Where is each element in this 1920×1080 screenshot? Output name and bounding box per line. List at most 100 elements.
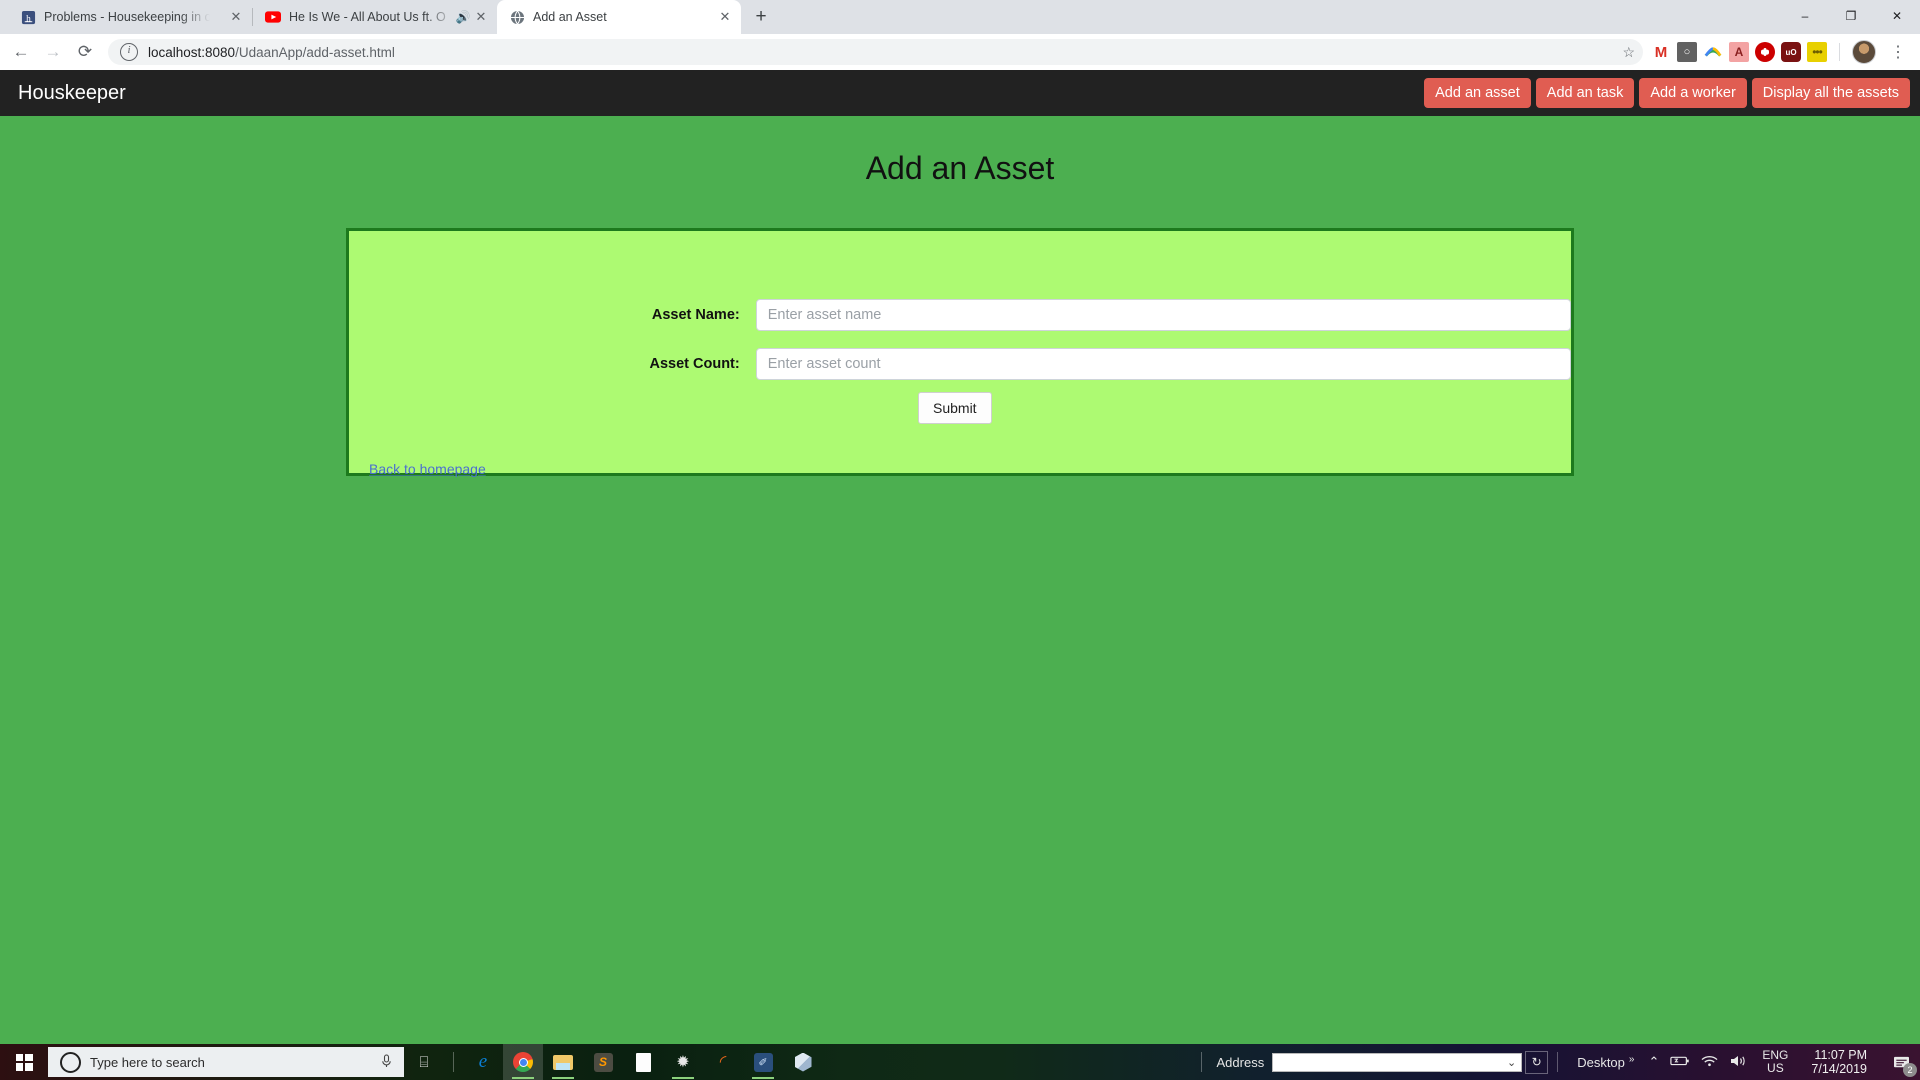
hackerearth-icon: h — [20, 9, 36, 25]
page-viewport: Houskeeper Add an asset Add an task Add … — [0, 70, 1920, 1056]
taskbar-app-icons: ⌸ e S ✹ ◜ ✐ — [404, 1044, 823, 1080]
browser-window: h Problems - Housekeeping in orde ✕ He I… — [0, 0, 1920, 1056]
taskbar-divider — [1557, 1052, 1559, 1072]
ublock-origin-extension-icon[interactable]: uO — [1781, 42, 1801, 62]
wifi-icon[interactable] — [1701, 1054, 1718, 1070]
globe-icon — [509, 9, 525, 25]
asset-name-label: Asset Name: — [651, 307, 740, 323]
url-path: /UdaanApp/add-asset.html — [235, 44, 395, 60]
language-indicator[interactable]: ENG US — [1762, 1049, 1788, 1074]
taskbar-divider — [1200, 1052, 1202, 1072]
editor-tool-icon[interactable]: ✐ — [743, 1044, 783, 1080]
nav-add-asset-button[interactable]: Add an asset — [1424, 78, 1531, 108]
nav-add-task-button[interactable]: Add an task — [1535, 78, 1635, 108]
asset-count-row: Asset Count: — [349, 348, 1571, 380]
back-button[interactable]: ← — [6, 37, 36, 67]
taskbar-search-box[interactable]: Type here to search — [48, 1047, 404, 1077]
nav-add-worker-button[interactable]: Add a worker — [1639, 78, 1747, 108]
desktop-toolbar-label[interactable]: Desktop — [1577, 1055, 1625, 1070]
windows-taskbar: Type here to search ⌸ e S ✹ ◜ ✐ Address … — [0, 1044, 1920, 1080]
address-refresh-icon[interactable]: ↻ — [1525, 1050, 1549, 1074]
site-info-icon[interactable]: i — [120, 43, 138, 61]
address-toolbar-label: Address — [1216, 1054, 1265, 1070]
adobe-acrobat-extension-icon[interactable]: A — [1729, 42, 1749, 62]
windows-logo-icon — [15, 1053, 33, 1071]
battery-icon[interactable] — [1670, 1054, 1690, 1070]
tab-title: He Is We - All About Us ft. O — [289, 10, 446, 24]
microphone-icon[interactable] — [381, 1053, 392, 1071]
browser-tab-3-active[interactable]: Add an Asset ✕ — [497, 0, 741, 34]
window-controls: – ❐ ✕ — [1782, 0, 1920, 32]
notification-badge: 2 — [1903, 1063, 1917, 1077]
address-dropdown-icon[interactable]: ⌄ — [1507, 1056, 1516, 1069]
taskbar-address-toolbar: Address ⌄ ↻ Desktop » ⌃ ENG US 11:07 PM … — [1192, 1048, 1920, 1077]
system-tray: ⌃ ENG US 11:07 PM 7/14/2019 2 — [1648, 1048, 1920, 1077]
new-tab-button[interactable]: + — [747, 3, 775, 31]
app-brand[interactable]: Houskeeper — [18, 82, 126, 105]
extension-icons: M ○ A uO ••• ⋮ — [1651, 40, 1910, 64]
back-to-homepage-link[interactable]: Back to homepage — [369, 461, 486, 477]
youtube-icon — [265, 9, 281, 25]
browser-toolbar: ← → ⟳ i localhost:8080/UdaanApp/add-asse… — [0, 34, 1920, 70]
gmail-extension-icon[interactable]: M — [1651, 42, 1671, 62]
user-avatar[interactable] — [1852, 40, 1876, 64]
chrome-menu-icon[interactable]: ⋮ — [1886, 40, 1910, 64]
page-title: Add an Asset — [865, 150, 1055, 186]
language-line-2: US — [1767, 1061, 1784, 1075]
asset-count-label: Asset Count: — [649, 356, 740, 372]
google-keep-extension-icon[interactable]: ○ — [1677, 42, 1697, 62]
address-bar[interactable]: i localhost:8080/UdaanApp/add-asset.html… — [108, 39, 1643, 65]
svg-text:h: h — [26, 14, 31, 24]
search-placeholder: Type here to search — [90, 1054, 205, 1070]
address-toolbar-input[interactable]: ⌄ — [1272, 1052, 1523, 1072]
tab-close-button[interactable]: ✕ — [228, 9, 244, 25]
google-drive-extension-icon[interactable] — [1703, 42, 1723, 62]
tab-close-button[interactable]: ✕ — [473, 9, 489, 25]
task-view-icon[interactable]: ⌸ — [404, 1044, 444, 1080]
clock[interactable]: 11:07 PM 7/14/2019 — [1811, 1048, 1867, 1077]
navbar-actions: Add an asset Add an task Add a worker Di… — [1424, 78, 1910, 108]
cortana-icon — [60, 1051, 81, 1073]
toolbar-separator — [1839, 43, 1840, 61]
burp-suite-icon[interactable]: ✹ — [663, 1044, 703, 1080]
file-explorer-icon[interactable] — [543, 1044, 583, 1080]
browser-tab-2[interactable]: He Is We - All About Us ft. O 🔊 ✕ — [253, 0, 497, 34]
bookmark-star-icon[interactable]: ☆ — [1622, 44, 1635, 61]
clock-date: 7/14/2019 — [1811, 1062, 1867, 1076]
taskbar-divider — [453, 1052, 454, 1072]
nav-display-assets-button[interactable]: Display all the assets — [1751, 78, 1910, 108]
tray-expand-icon[interactable]: ⌃ — [1648, 1054, 1659, 1070]
reload-button[interactable]: ⟳ — [70, 37, 100, 67]
forward-button[interactable]: → — [38, 37, 68, 67]
url-host: localhost:8080 — [148, 44, 236, 60]
tab-title: Problems - Housekeeping in orde — [44, 10, 210, 24]
asset-name-input[interactable] — [755, 299, 1571, 331]
tab-strip: h Problems - Housekeeping in orde ✕ He I… — [0, 0, 1920, 34]
notification-center-icon[interactable]: 2 — [1888, 1051, 1917, 1077]
overflow-chevron-icon[interactable]: » — [1629, 1054, 1635, 1065]
start-button[interactable] — [0, 1044, 48, 1080]
tab-title: Add an Asset — [533, 10, 607, 24]
sublime-text-icon[interactable]: S — [583, 1044, 623, 1080]
asset-count-input[interactable] — [755, 348, 1571, 380]
tab-close-button[interactable]: ✕ — [717, 9, 733, 25]
add-asset-form-panel: Asset Name: Asset Count: Submit Back to … — [346, 228, 1574, 477]
tab-audio-indicator[interactable]: 🔊 — [455, 10, 471, 24]
volume-icon[interactable] — [1729, 1054, 1747, 1071]
app-navbar: Houskeeper Add an asset Add an task Add … — [0, 70, 1920, 116]
document-icon[interactable] — [623, 1044, 663, 1080]
microsoft-edge-icon[interactable]: e — [463, 1044, 503, 1080]
adblock-extension-icon[interactable] — [1755, 42, 1775, 62]
close-window-button[interactable]: ✕ — [1874, 0, 1920, 32]
clock-time: 11:07 PM — [1814, 1047, 1867, 1062]
screen: h Problems - Housekeeping in orde ✕ He I… — [0, 0, 1920, 1080]
browser-tab-1[interactable]: h Problems - Housekeeping in orde ✕ — [8, 0, 252, 34]
maximize-button[interactable]: ❐ — [1828, 0, 1874, 32]
asset-name-row: Asset Name: — [349, 299, 1571, 331]
ubuntu-icon[interactable]: ◜ — [703, 1044, 743, 1080]
google-chrome-icon[interactable] — [503, 1044, 543, 1080]
virtualbox-icon[interactable] — [783, 1044, 823, 1080]
submit-button[interactable]: Submit — [918, 392, 992, 424]
notes-extension-icon[interactable]: ••• — [1807, 42, 1827, 62]
minimize-button[interactable]: – — [1782, 0, 1828, 32]
